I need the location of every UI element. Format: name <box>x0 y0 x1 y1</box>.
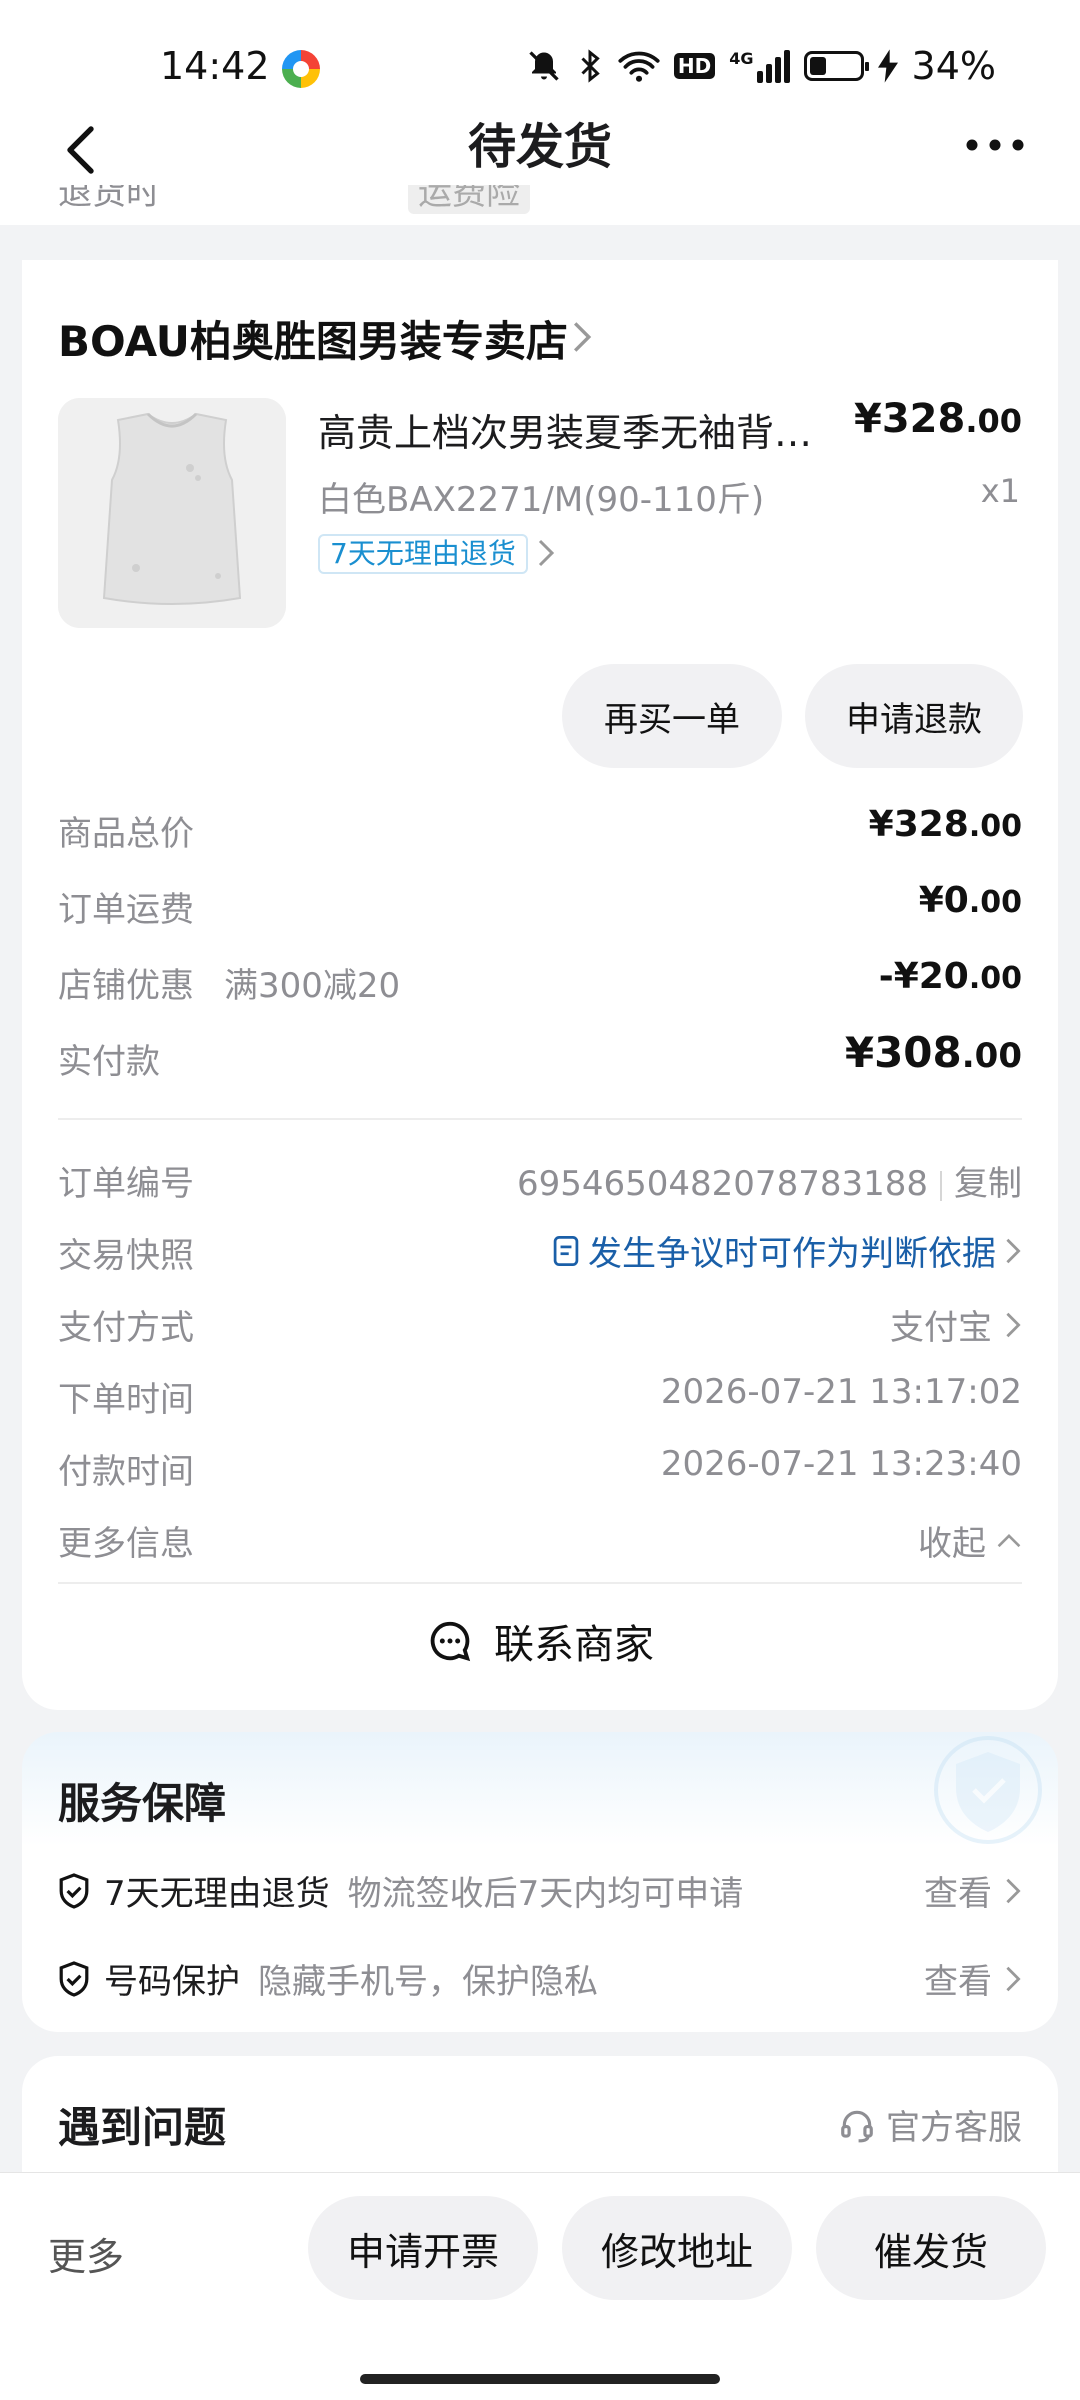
status-icons: HD 4G 34% <box>526 44 996 88</box>
paid-amount-dec: .00 <box>961 1036 1022 1076</box>
network-label: 4G <box>729 49 754 68</box>
snapshot-label: 交易快照 <box>58 1236 194 1276</box>
mute-icon <box>529 51 559 81</box>
chevron-right-icon <box>1006 1238 1021 1263</box>
urge-shipping-button[interactable]: 催发货 <box>816 2196 1046 2300</box>
product-price-int: ¥328 <box>853 396 966 442</box>
shield-check-icon <box>59 1872 89 1909</box>
change-address-button[interactable]: 修改地址 <box>562 2196 792 2300</box>
battery-percent: 34% <box>911 44 996 88</box>
more-info-label: 更多信息 <box>58 1524 194 1564</box>
shield-check-icon <box>59 1960 89 1997</box>
status-time: 14:42 <box>160 44 270 88</box>
subtotal-int: ¥328 <box>868 804 969 845</box>
shipping-fee-dec: .00 <box>968 885 1022 920</box>
shipping-fee-value: ¥0.00 <box>919 880 1022 921</box>
customer-service-link[interactable]: 官方客服 <box>838 2100 1022 2149</box>
product-title[interactable]: 高贵上档次男装夏季无袖背… <box>318 402 838 457</box>
shop-discount-int: -¥20 <box>878 956 969 997</box>
subtotal-dec: .00 <box>968 809 1022 844</box>
subtotal-label: 商品总价 <box>58 814 194 854</box>
service-item-return: 7天无理由退货 物流签收后7天内均可申请 <box>58 1866 743 1915</box>
service-item-number-protection: 号码保护 隐藏手机号，保护隐私 <box>58 1954 598 2003</box>
order-time-label: 下单时间 <box>58 1380 194 1420</box>
service-view-number-protection[interactable]: 查看 <box>924 1954 1022 2003</box>
service-view-label: 查看 <box>924 1874 992 1914</box>
request-invoice-button[interactable]: 申请开票 <box>308 2196 538 2300</box>
divider <box>58 1118 1022 1120</box>
service-view-return[interactable]: 查看 <box>924 1866 1022 1915</box>
chevron-right-icon <box>1006 1966 1021 1991</box>
pay-time-value: 2026-07-21 13:23:40 <box>660 1444 1022 1484</box>
document-icon <box>553 1235 579 1266</box>
chat-icon <box>430 1621 471 1662</box>
charging-icon <box>877 49 898 83</box>
paid-amount-int: ¥308 <box>844 1028 962 1077</box>
service-item-name: 7天无理由退货 <box>104 1874 330 1914</box>
chevron-right-icon <box>538 539 555 567</box>
product-price: ¥328.00 <box>854 396 1022 442</box>
copy-button[interactable]: 复制 <box>954 1164 1022 1204</box>
contact-merchant-label: 联系商家 <box>494 1622 654 1668</box>
snapshot-link[interactable]: 发生争议时可作为判断依据 <box>552 1226 1022 1275</box>
paid-amount-label: 实付款 <box>58 1042 160 1082</box>
payment-method-row[interactable]: 支付宝 <box>890 1300 1022 1349</box>
shop-discount-dec: .00 <box>968 961 1022 996</box>
collapse-toggle[interactable]: 收起 <box>918 1516 1022 1565</box>
product-sku: 白色BAX2271/M(90-110斤) <box>318 480 765 520</box>
shop-discount-label-text: 店铺优惠 <box>58 966 194 1006</box>
bluetooth-icon <box>581 49 600 83</box>
shipping-fee-int: ¥0 <box>918 880 969 921</box>
more-button[interactable]: 更多 <box>48 2226 124 2281</box>
order-number: 6954650482078783188 <box>516 1164 928 1204</box>
collapse-label: 收起 <box>918 1524 986 1564</box>
chevron-right-icon <box>573 322 592 352</box>
shop-name[interactable]: BOAU柏奥胜图男装专卖店 <box>58 308 568 369</box>
chevron-up-icon <box>997 1533 1021 1547</box>
more-dots-icon[interactable] <box>960 120 1030 170</box>
order-number-label: 订单编号 <box>58 1164 194 1204</box>
battery-icon <box>803 51 869 81</box>
headset-icon <box>841 2110 873 2142</box>
page-title: 待发货 <box>467 119 612 175</box>
shop-discount-label: 店铺优惠 满300减20 <box>58 958 400 1007</box>
service-item-name: 号码保护 <box>104 1962 240 2002</box>
refund-button[interactable]: 申请退款 <box>805 664 1023 768</box>
service-view-label: 查看 <box>924 1962 992 2002</box>
return-policy-tag[interactable]: 7天无理由退货 <box>318 534 528 574</box>
payment-method-label: 支付方式 <box>58 1308 194 1348</box>
product-image[interactable] <box>58 398 286 628</box>
sleeveless-vest-image <box>58 398 286 628</box>
hd-icon: HD <box>673 53 716 79</box>
chevron-right-icon <box>1006 1312 1021 1337</box>
buy-again-button[interactable]: 再买一单 <box>562 664 782 768</box>
contact-merchant-button[interactable]: 联系商家 <box>0 1612 1080 1670</box>
order-number-row: 6954650482078783188 复制 <box>517 1156 1022 1205</box>
shipping-fee-label: 订单运费 <box>58 890 194 930</box>
chevron-right-icon <box>1006 1878 1021 1903</box>
service-item-desc: 隐藏手机号，保护隐私 <box>258 1962 598 2002</box>
pay-time-label: 付款时间 <box>58 1452 194 1492</box>
clipped-row: 退货时 运费险 <box>0 185 1080 225</box>
shield-decoration-icon <box>934 1736 1042 1844</box>
problem-title: 遇到问题 <box>58 2103 227 2152</box>
service-item-desc: 物流签收后7天内均可申请 <box>347 1874 744 1914</box>
app-icon <box>282 50 320 88</box>
order-time-value: 2026-07-21 13:17:02 <box>660 1372 1022 1412</box>
product-price-dec: .00 <box>965 402 1022 440</box>
snapshot-value: 发生争议时可作为判断依据 <box>588 1234 996 1274</box>
home-indicator[interactable] <box>360 2374 720 2384</box>
product-quantity: x1 <box>980 472 1020 510</box>
subtotal-value: ¥328.00 <box>869 804 1022 845</box>
paid-amount-value: ¥308.00 <box>845 1028 1022 1077</box>
signal-icon: 4G <box>729 49 790 83</box>
shop-discount-value: -¥20.00 <box>879 956 1022 997</box>
divider <box>58 1582 1022 1584</box>
payment-method-value: 支付宝 <box>890 1308 992 1348</box>
service-title: 服务保障 <box>58 1779 227 1828</box>
customer-service-label: 官方客服 <box>886 2108 1022 2148</box>
wifi-icon <box>618 51 660 82</box>
shop-discount-note: 满300减20 <box>224 966 401 1006</box>
